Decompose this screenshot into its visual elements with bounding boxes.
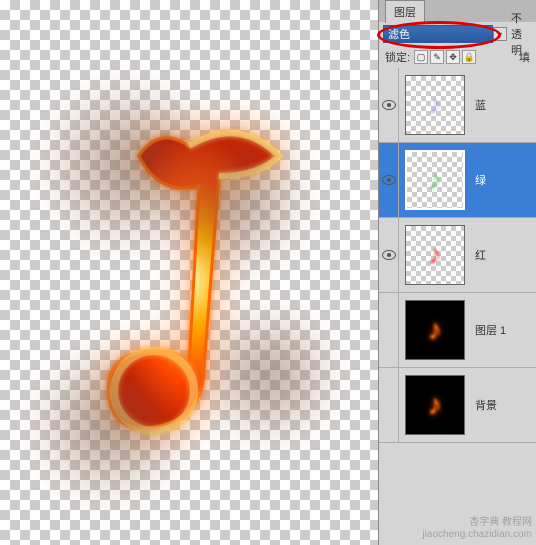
smoke-effect (29, 346, 189, 506)
fire-music-note (59, 86, 319, 486)
lock-label: 锁定: (385, 49, 410, 65)
thumbnail-glyph: ♪ (428, 389, 442, 421)
layer-name[interactable]: 背景 (471, 397, 497, 413)
thumbnail-glyph: ♪ (428, 314, 442, 346)
fill-label: 填 (519, 49, 530, 65)
layer-thumbnail[interactable]: ♪ (405, 300, 465, 360)
blend-mode-select[interactable]: 滤色 ▾ (383, 25, 507, 43)
lock-brush-icon[interactable]: ✎ (430, 50, 444, 64)
visibility-toggle[interactable] (379, 368, 399, 442)
smoke-effect (199, 306, 339, 446)
eye-icon (382, 250, 396, 260)
chevron-down-icon[interactable]: ▾ (493, 27, 507, 41)
thumbnail-glyph: ♪ (428, 164, 442, 196)
watermark: 杏字典 教程网 jiaocheng.chazidian.com (422, 517, 532, 541)
canvas[interactable] (0, 0, 378, 545)
lock-transparent-icon[interactable]: ▢ (414, 50, 428, 64)
layer-name[interactable]: 图层 1 (471, 322, 506, 338)
layers-panel: 图层 滤色 ▾ 不透明 锁定: ▢ ✎ ✥ 🔒 填 ♪蓝♪绿♪红♪图层 1♪背景 (378, 0, 536, 545)
smoke-effect (159, 126, 309, 276)
layer-item[interactable]: ♪红 (379, 218, 536, 293)
lock-icons-group: ▢ ✎ ✥ 🔒 (414, 50, 476, 64)
visibility-toggle[interactable] (379, 218, 399, 292)
layer-thumbnail[interactable]: ♪ (405, 150, 465, 210)
artwork-content (0, 26, 378, 545)
layer-thumbnail[interactable]: ♪ (405, 225, 465, 285)
visibility-toggle[interactable] (379, 143, 399, 217)
layer-item[interactable]: ♪ 背景 (379, 368, 536, 443)
eye-icon (382, 175, 396, 185)
layer-name[interactable]: 红 (471, 247, 486, 263)
layer-item[interactable]: ♪绿 (379, 143, 536, 218)
visibility-toggle[interactable] (379, 293, 399, 367)
lock-all-icon[interactable]: 🔒 (462, 50, 476, 64)
watermark-line2: jiaocheng.chazidian.com (422, 529, 532, 541)
visibility-toggle[interactable] (379, 68, 399, 142)
thumbnail-glyph: ♪ (428, 89, 442, 121)
layer-thumbnail[interactable]: ♪ (405, 75, 465, 135)
layer-item[interactable]: ♪ 图层 1 (379, 293, 536, 368)
layer-item[interactable]: ♪蓝 (379, 68, 536, 143)
blend-mode-value: 滤色 (388, 26, 410, 42)
layer-thumbnail[interactable]: ♪ (405, 375, 465, 435)
thumbnail-glyph: ♪ (428, 239, 442, 271)
tab-layers[interactable]: 图层 (385, 0, 425, 23)
layers-list: ♪蓝♪绿♪红♪图层 1♪背景 (379, 68, 536, 443)
lock-move-icon[interactable]: ✥ (446, 50, 460, 64)
blend-mode-row: 滤色 ▾ 不透明 (379, 22, 536, 46)
watermark-line1: 杏字典 教程网 (422, 517, 532, 529)
layer-name[interactable]: 蓝 (471, 97, 486, 113)
layer-name[interactable]: 绿 (471, 172, 486, 188)
eye-icon (382, 100, 396, 110)
